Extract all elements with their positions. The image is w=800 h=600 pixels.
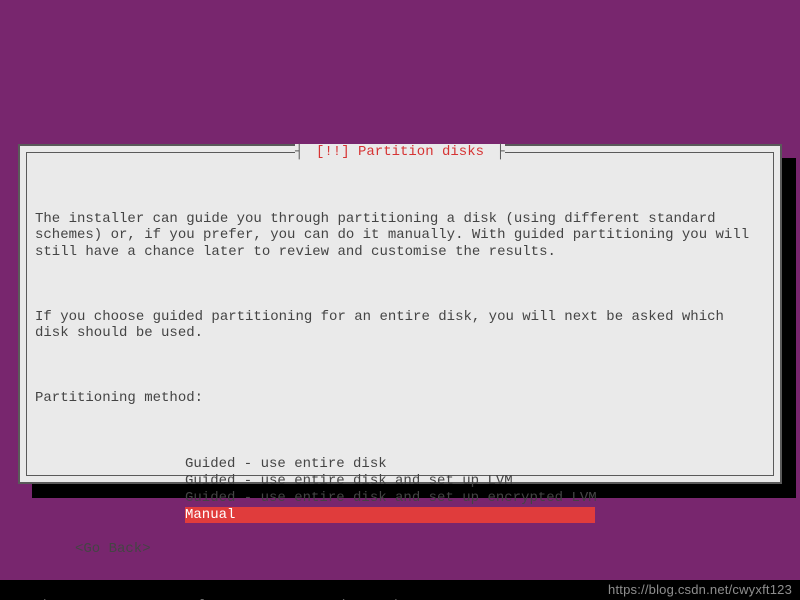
dialog-inner: ┤ [!!] Partition disks ├ The installer c… (26, 152, 774, 476)
paragraph-2: If you choose guided partitioning for an… (35, 309, 765, 343)
go-back-button[interactable]: <Go Back> (75, 541, 765, 558)
paragraph-1: The installer can guide you through part… (35, 211, 765, 261)
watermark-text: https://blog.csdn.net/cwyxft123 (608, 582, 792, 598)
partitioning-prompt: Partitioning method: (35, 390, 765, 407)
partition-dialog: ┤ [!!] Partition disks ├ The installer c… (18, 144, 782, 484)
option-guided-encrypted-lvm[interactable]: Guided - use entire disk and set up encr… (185, 490, 765, 507)
dialog-title: [!!] Partition disks (312, 144, 488, 161)
title-lbracket: ┤ (295, 144, 312, 160)
partitioning-options: Guided - use entire disk Guided - use en… (185, 456, 765, 523)
dialog-title-wrap: ┤ [!!] Partition disks ├ (27, 144, 773, 161)
option-guided-lvm[interactable]: Guided - use entire disk and set up LVM (185, 473, 765, 490)
option-manual[interactable]: Manual (185, 507, 595, 524)
dialog-body: The installer can guide you through part… (35, 177, 765, 454)
title-rbracket: ├ (488, 144, 505, 160)
option-guided-entire-disk[interactable]: Guided - use entire disk (185, 456, 765, 473)
